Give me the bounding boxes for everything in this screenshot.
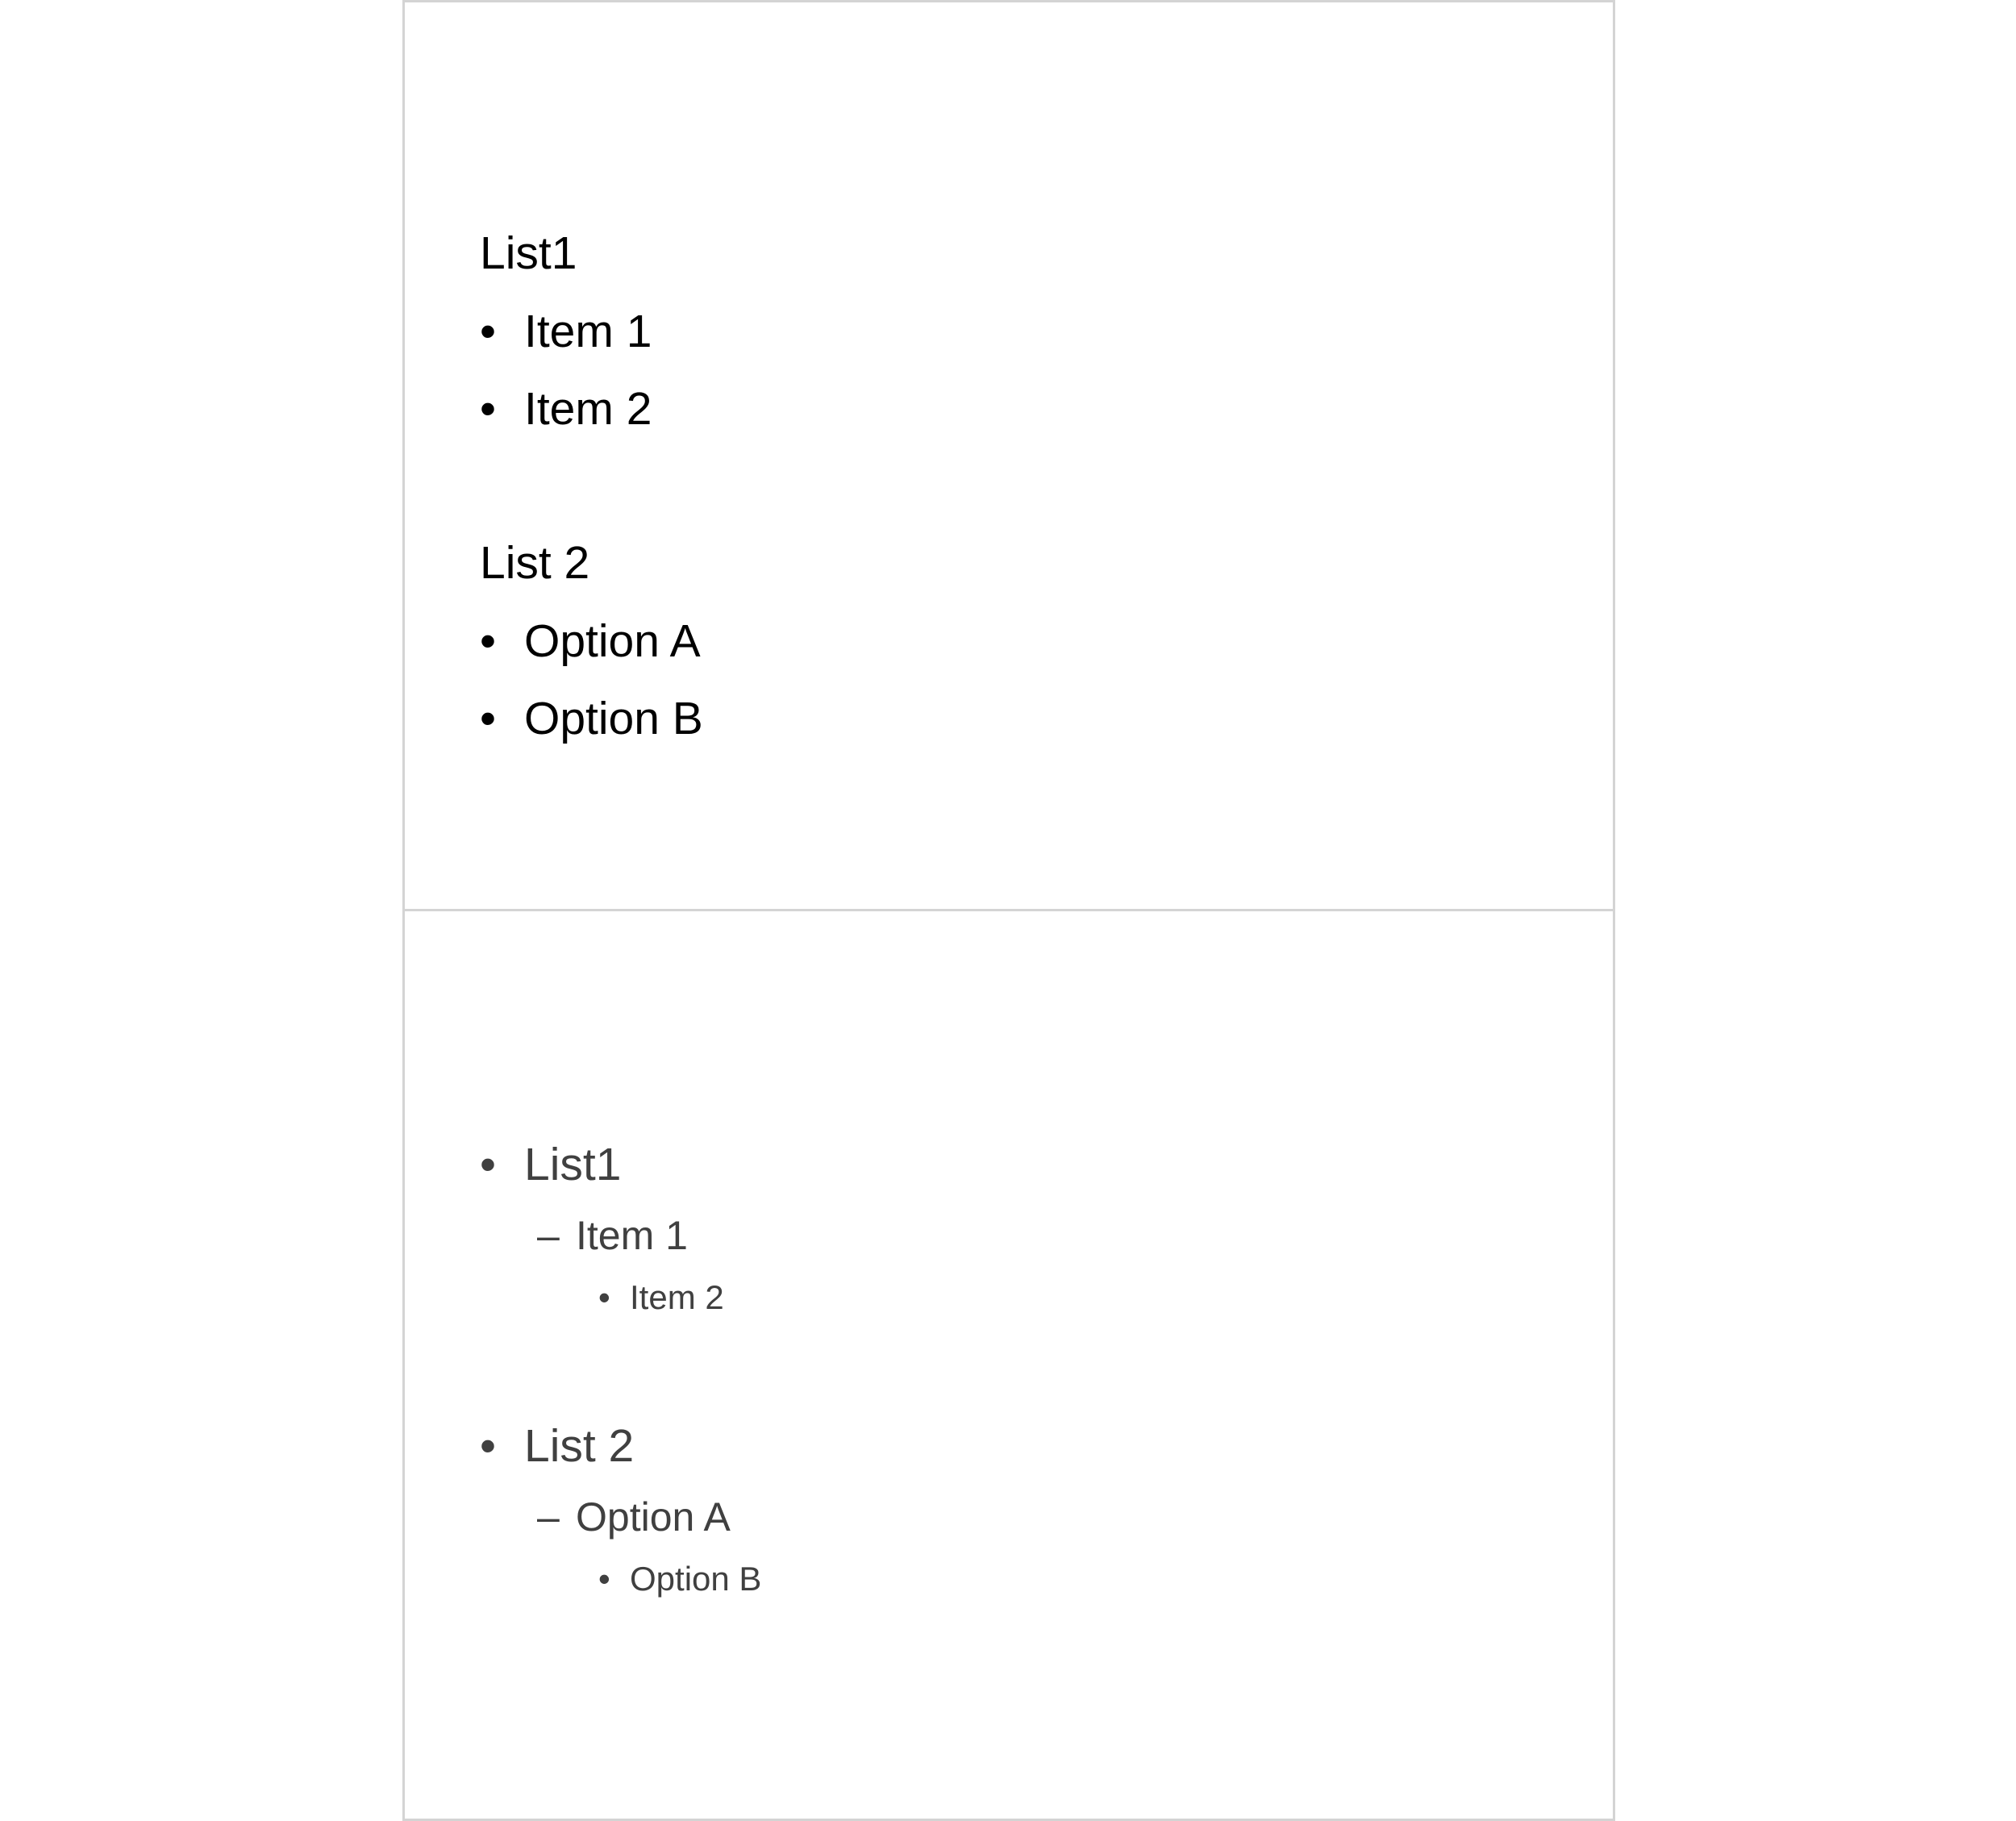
slide-1: List1 • Item 1 • Item 2 List 2 • Option … [402,0,1615,911]
list-item-level-1: List 2 [524,1420,635,1472]
list-item-level-2: Option A [576,1494,731,1540]
list-item-level-1: List1 [524,1139,622,1190]
list-2-heading: List 2 [480,537,590,589]
bullet-icon: • [480,1420,496,1472]
list-item: Option A [524,615,701,667]
bullet-icon: • [480,383,496,435]
list-item-level-3: Item 2 [630,1278,724,1316]
list-item: Item 1 [524,306,652,357]
bullet-icon: • [480,693,496,744]
list-item-level-2: Item 1 [576,1213,688,1258]
bullet-icon: • [480,306,496,357]
bullet-icon: • [598,1278,610,1316]
list-item: Option B [524,693,703,744]
dash-icon: – [537,1213,560,1258]
list-item: Item 2 [524,383,652,435]
bullet-icon: • [598,1560,610,1598]
bullet-icon: • [480,615,496,667]
list-item-level-3: Option B [630,1560,762,1598]
list-1-heading: List1 [480,227,577,279]
dash-icon: – [537,1494,560,1540]
slide-2: • List1 – Item 1 • Item 2 • List 2 – Opt… [402,909,1615,1821]
bullet-icon: • [480,1139,496,1190]
